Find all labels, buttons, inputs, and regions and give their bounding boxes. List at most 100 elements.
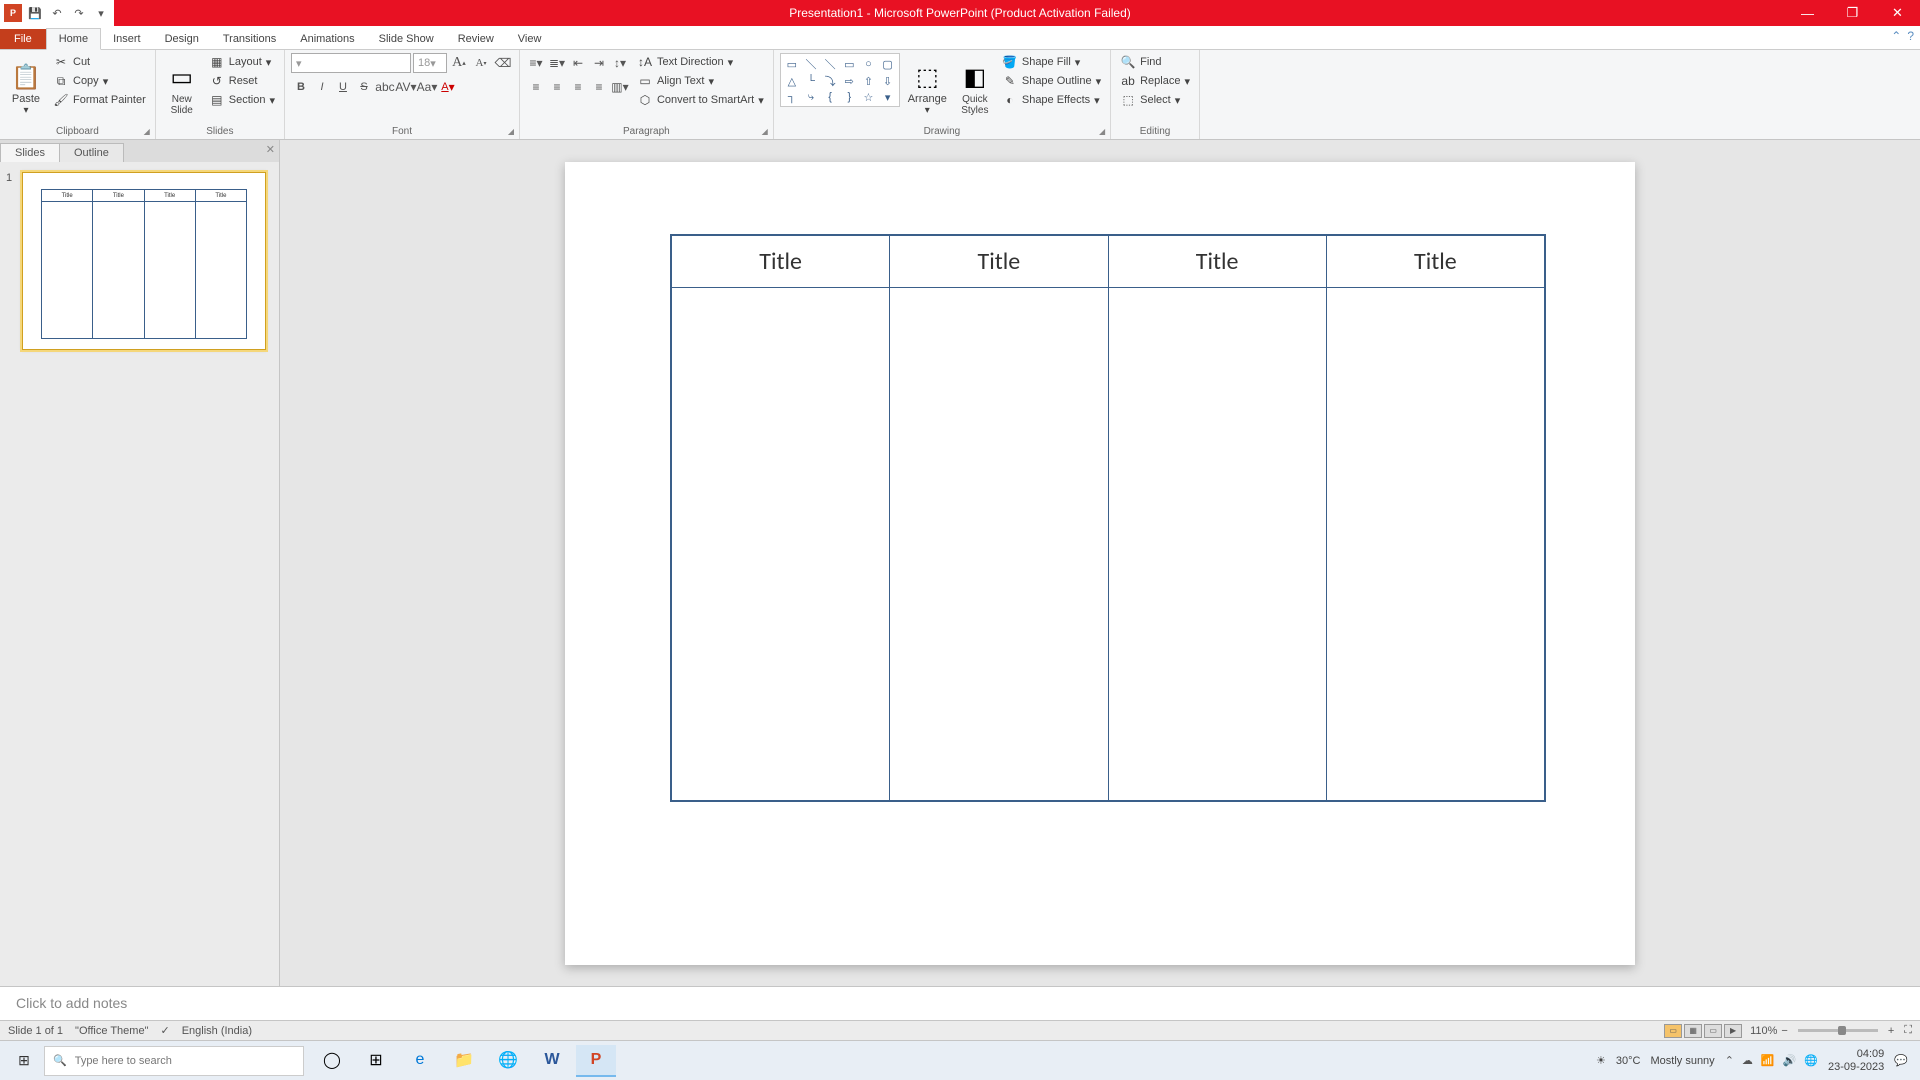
- format-painter-button[interactable]: 🖌Format Painter: [50, 91, 149, 109]
- tab-file[interactable]: File: [0, 29, 46, 49]
- table-header-3[interactable]: Title: [1109, 236, 1326, 288]
- zoom-in-icon[interactable]: +: [1888, 1025, 1894, 1037]
- shape-effects-button[interactable]: ◐Shape Effects ▾: [999, 91, 1104, 109]
- select-button[interactable]: ⬚Select ▾: [1117, 91, 1193, 109]
- shapes-gallery[interactable]: ▭ ＼ ＼ ▭ ○ ▢ △ └ ⤵ ⇨ ⇧ ⇩ ┐ ⤷ { } ☆ ▾: [780, 53, 900, 107]
- shadow-icon[interactable]: abc: [375, 77, 395, 97]
- shape-arrow-u-icon[interactable]: ⇧: [859, 73, 877, 89]
- shape-arrow-r-icon[interactable]: ⇨: [840, 73, 858, 89]
- table-body-4[interactable]: [1327, 288, 1544, 800]
- tray-wifi-icon[interactable]: 📶: [1761, 1054, 1775, 1067]
- tray-language-icon[interactable]: 🌐: [1804, 1054, 1818, 1067]
- shape-brace-icon[interactable]: {: [821, 90, 839, 104]
- table-body-3[interactable]: [1109, 288, 1326, 800]
- shape-curve-icon[interactable]: ⤵: [821, 73, 839, 89]
- italic-icon[interactable]: I: [312, 77, 332, 97]
- tray-notifications-icon[interactable]: 💬: [1894, 1054, 1908, 1067]
- numbering-icon[interactable]: ≣▾: [547, 53, 567, 73]
- shape-line2-icon[interactable]: ＼: [821, 56, 839, 72]
- shape-line-icon[interactable]: ＼: [802, 56, 820, 72]
- clear-formatting-icon[interactable]: ⌫: [493, 53, 513, 73]
- tray-chevron-icon[interactable]: ⌃: [1725, 1054, 1734, 1067]
- slide-table[interactable]: Title Title Title Title: [670, 234, 1546, 802]
- justify-icon[interactable]: ≡: [589, 77, 609, 97]
- shape-curve2-icon[interactable]: ⤷: [802, 90, 820, 104]
- taskbar-taskview-icon[interactable]: ⊞: [356, 1045, 396, 1077]
- font-size-combo[interactable]: 18 ▾: [413, 53, 447, 73]
- clipboard-dialog-launcher[interactable]: ◢: [141, 125, 153, 137]
- tab-animations[interactable]: Animations: [288, 29, 366, 49]
- tab-home[interactable]: Home: [46, 28, 101, 50]
- tab-view[interactable]: View: [506, 29, 554, 49]
- shape-elbow-icon[interactable]: └: [802, 73, 820, 89]
- taskbar-powerpoint-icon[interactable]: P: [576, 1045, 616, 1077]
- cut-button[interactable]: ✂Cut: [50, 53, 149, 71]
- copy-button[interactable]: ⧉Copy ▾: [50, 72, 149, 90]
- tab-insert[interactable]: Insert: [101, 29, 153, 49]
- columns-icon[interactable]: ▥▾: [610, 77, 630, 97]
- underline-icon[interactable]: U: [333, 77, 353, 97]
- view-normal-icon[interactable]: ▭: [1664, 1024, 1682, 1038]
- taskbar-word-icon[interactable]: W: [532, 1045, 572, 1077]
- view-reading-icon[interactable]: ▭: [1704, 1024, 1722, 1038]
- paragraph-dialog-launcher[interactable]: ◢: [759, 125, 771, 137]
- tab-design[interactable]: Design: [153, 29, 211, 49]
- table-body-1[interactable]: [672, 288, 889, 800]
- fit-window-icon[interactable]: ⛶: [1904, 1024, 1912, 1037]
- change-case-icon[interactable]: Aa▾: [417, 77, 437, 97]
- undo-icon[interactable]: ↶: [48, 4, 66, 22]
- panel-close-icon[interactable]: ✕: [266, 143, 275, 156]
- font-color-icon[interactable]: A▾: [438, 77, 458, 97]
- zoom-out-icon[interactable]: −: [1781, 1025, 1787, 1037]
- arrange-button[interactable]: ⬚ Arrange▾: [904, 53, 951, 124]
- font-dialog-launcher[interactable]: ◢: [505, 125, 517, 137]
- taskbar-chrome-icon[interactable]: 🌐: [488, 1045, 528, 1077]
- align-right-icon[interactable]: ≡: [568, 77, 588, 97]
- find-button[interactable]: 🔍Find: [1117, 53, 1193, 71]
- status-language[interactable]: English (India): [182, 1025, 252, 1037]
- shape-arrow-d-icon[interactable]: ⇩: [879, 73, 897, 89]
- tray-volume-icon[interactable]: 🔊: [1783, 1054, 1797, 1067]
- save-icon[interactable]: 💾: [26, 4, 44, 22]
- taskbar-search[interactable]: 🔍 Type here to search: [44, 1046, 304, 1076]
- drawing-dialog-launcher[interactable]: ◢: [1096, 125, 1108, 137]
- replace-button[interactable]: abReplace ▾: [1117, 72, 1193, 90]
- line-spacing-icon[interactable]: ↕▾: [610, 53, 630, 73]
- maximize-button[interactable]: ❐: [1830, 0, 1875, 26]
- shape-rect2-icon[interactable]: ▭: [840, 56, 858, 72]
- table-header-2[interactable]: Title: [890, 236, 1107, 288]
- status-spellcheck-icon[interactable]: ✓: [160, 1024, 169, 1037]
- shape-elbow2-icon[interactable]: ┐: [783, 90, 801, 104]
- close-button[interactable]: ✕: [1875, 0, 1920, 26]
- section-button[interactable]: ▤Section ▾: [206, 91, 278, 109]
- align-left-icon[interactable]: ≡: [526, 77, 546, 97]
- bullets-icon[interactable]: ≡▾: [526, 53, 546, 73]
- shrink-font-icon[interactable]: A▾: [471, 53, 491, 73]
- qat-customize-icon[interactable]: ▾: [92, 4, 110, 22]
- redo-icon[interactable]: ↷: [70, 4, 88, 22]
- taskbar-edge-icon[interactable]: e: [400, 1045, 440, 1077]
- view-slideshow-icon[interactable]: ▶: [1724, 1024, 1742, 1038]
- taskbar-explorer-icon[interactable]: 📁: [444, 1045, 484, 1077]
- help-icon[interactable]: ?: [1907, 29, 1914, 43]
- font-name-combo[interactable]: ▾: [291, 53, 411, 73]
- table-header-1[interactable]: Title: [672, 236, 889, 288]
- slide[interactable]: Title Title Title Title: [565, 162, 1635, 965]
- table-header-4[interactable]: Title: [1327, 236, 1544, 288]
- tab-review[interactable]: Review: [446, 29, 506, 49]
- view-sorter-icon[interactable]: ▦: [1684, 1024, 1702, 1038]
- shape-triangle-icon[interactable]: △: [783, 73, 801, 89]
- notes-pane[interactable]: Click to add notes: [0, 986, 1920, 1020]
- align-text-button[interactable]: ▭Align Text ▾: [634, 72, 767, 90]
- minimize-ribbon-icon[interactable]: ⌃: [1891, 29, 1901, 43]
- paste-button[interactable]: 📋 Paste▾: [6, 53, 46, 124]
- shape-fill-button[interactable]: 🪣Shape Fill ▾: [999, 53, 1104, 71]
- shape-roundrect-icon[interactable]: ▢: [879, 56, 897, 72]
- shape-brace2-icon[interactable]: }: [840, 90, 858, 104]
- shape-more-icon[interactable]: ▾: [879, 90, 897, 104]
- tab-transitions[interactable]: Transitions: [211, 29, 288, 49]
- shape-rectangle-icon[interactable]: ▭: [783, 56, 801, 72]
- layout-button[interactable]: ▦Layout ▾: [206, 53, 278, 71]
- weather-icon[interactable]: ☀: [1596, 1054, 1606, 1067]
- grow-font-icon[interactable]: A▴: [449, 53, 469, 73]
